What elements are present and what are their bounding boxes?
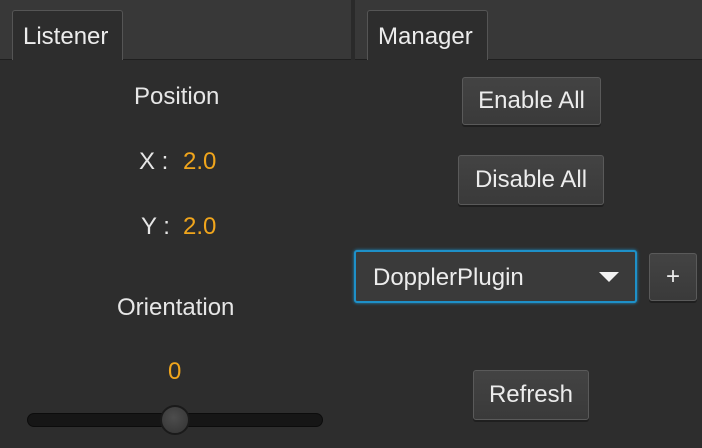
add-plugin-button[interactable]: + <box>649 253 697 301</box>
tab-listener[interactable]: Listener <box>12 10 123 60</box>
tab-manager[interactable]: Manager <box>367 10 488 60</box>
plugin-select-value: DopplerPlugin <box>373 264 524 291</box>
x-value: 2.0 <box>183 148 217 175</box>
orientation-value: 0 <box>168 358 182 385</box>
y-label: Y : <box>141 213 170 240</box>
refresh-button[interactable]: Refresh <box>473 370 589 420</box>
y-value: 2.0 <box>183 213 217 240</box>
enable-all-button[interactable]: Enable All <box>462 77 601 125</box>
disable-all-button[interactable]: Disable All <box>458 155 604 205</box>
app-window: Listener Manager Position X : 2.0 Y : 2.… <box>0 0 702 448</box>
position-label: Position <box>134 83 220 110</box>
plugin-select[interactable]: DopplerPlugin <box>354 250 637 303</box>
x-label: X : <box>139 148 169 175</box>
chevron-down-icon <box>599 272 619 282</box>
orientation-label: Orientation <box>117 294 235 321</box>
orientation-slider-thumb[interactable] <box>160 405 190 435</box>
